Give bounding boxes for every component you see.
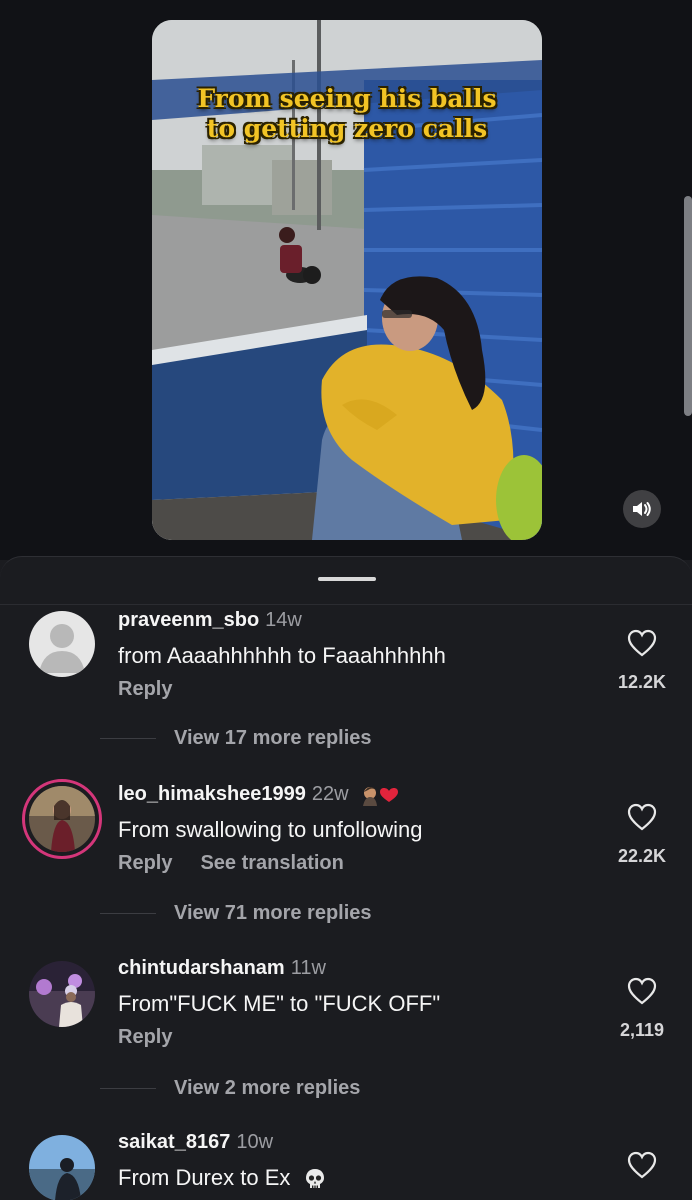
video-player[interactable]: From seeing his balls to getting zero ca… <box>152 20 542 540</box>
speaker-icon <box>633 502 651 516</box>
heart-icon <box>627 977 657 1005</box>
couple-heart-emoji <box>363 786 399 806</box>
heart-icon <box>627 803 657 831</box>
comment-actions: Reply <box>118 1026 172 1049</box>
sheet-divider <box>0 604 692 605</box>
avatar[interactable] <box>29 961 95 1027</box>
view-replies-button[interactable]: View 2 more replies <box>100 1077 360 1100</box>
view-replies-label: View 71 more replies <box>174 902 372 924</box>
like-count: 2,119 <box>619 1020 665 1040</box>
like-count: 12.2K <box>617 672 667 692</box>
comment-time: 10w <box>236 1131 274 1153</box>
comment-actions: Reply <box>118 678 172 701</box>
reply-button[interactable]: Reply <box>118 678 172 700</box>
replies-line <box>100 1088 156 1089</box>
replies-line <box>100 738 156 739</box>
view-replies-label: View 2 more replies <box>174 1077 361 1099</box>
comment-meta: leo_himakshee1999 22w <box>118 783 400 806</box>
avatar-story-ring[interactable] <box>22 779 102 859</box>
see-translation-button[interactable]: See translation <box>200 852 343 874</box>
view-replies-label: View 17 more replies <box>174 727 372 749</box>
comment-text: From swallowing to unfollowing <box>118 817 423 842</box>
comment-text: From"FUCK ME" to "FUCK OFF" <box>118 991 441 1016</box>
comment-text: From Durex to Ex <box>118 1165 327 1191</box>
reply-button[interactable]: Reply <box>118 1026 172 1048</box>
like-button[interactable]: 22.2K <box>602 803 682 867</box>
comment-text: from Aaaahhhhhh to Faaahhhhhh <box>118 643 446 668</box>
skull-emoji <box>305 1169 324 1189</box>
comment-text-content: From Durex to Ex <box>118 1165 291 1190</box>
comment-time: 11w <box>290 957 326 979</box>
comment-actions: Reply See translation <box>118 852 344 875</box>
default-avatar-icon <box>29 611 95 677</box>
like-button[interactable]: 12.2K <box>602 629 682 693</box>
profile-photo <box>29 1135 95 1200</box>
scrollbar-thumb[interactable] <box>684 196 692 416</box>
reels-comments-screen: From seeing his balls to getting zero ca… <box>0 0 692 1200</box>
like-button[interactable]: 2,119 <box>602 977 682 1041</box>
comment-username[interactable]: chintudarshanam <box>118 957 285 979</box>
sheet-drag-handle[interactable] <box>318 577 376 581</box>
comment-meta: praveenm_sbo 14w <box>118 609 302 632</box>
comment-username[interactable]: leo_himakshee1999 <box>118 783 306 805</box>
avatar[interactable] <box>29 611 95 677</box>
view-replies-button[interactable]: View 17 more replies <box>100 727 372 750</box>
reply-button[interactable]: Reply <box>118 852 172 874</box>
volume-button[interactable] <box>623 490 661 528</box>
caption-line-1: From seeing his balls <box>197 84 497 113</box>
replies-line <box>100 913 156 914</box>
view-replies-button[interactable]: View 71 more replies <box>100 902 372 925</box>
comment-meta: chintudarshanam 11w <box>118 957 326 980</box>
comment-username[interactable]: praveenm_sbo <box>118 609 259 631</box>
like-button[interactable] <box>602 1151 682 1184</box>
comments-sheet: praveenm_sbo 14w from Aaaahhhhhh to Faaah… <box>0 556 692 1200</box>
video-area: From seeing his balls to getting zero ca… <box>0 0 692 560</box>
avatar[interactable] <box>29 1135 95 1200</box>
heart-icon <box>627 1151 657 1179</box>
caption-line-2: to getting zero calls <box>206 114 488 143</box>
profile-photo <box>29 786 95 852</box>
like-count: 22.2K <box>617 846 667 866</box>
comment-time: 22w <box>311 783 349 805</box>
video-caption: From seeing his balls to getting zero ca… <box>152 84 542 144</box>
comment-username[interactable]: saikat_8167 <box>118 1131 230 1153</box>
heart-icon <box>627 629 657 657</box>
profile-photo <box>29 961 95 1027</box>
comment-time: 14w <box>265 609 302 631</box>
comment-meta: saikat_8167 10w <box>118 1131 273 1154</box>
